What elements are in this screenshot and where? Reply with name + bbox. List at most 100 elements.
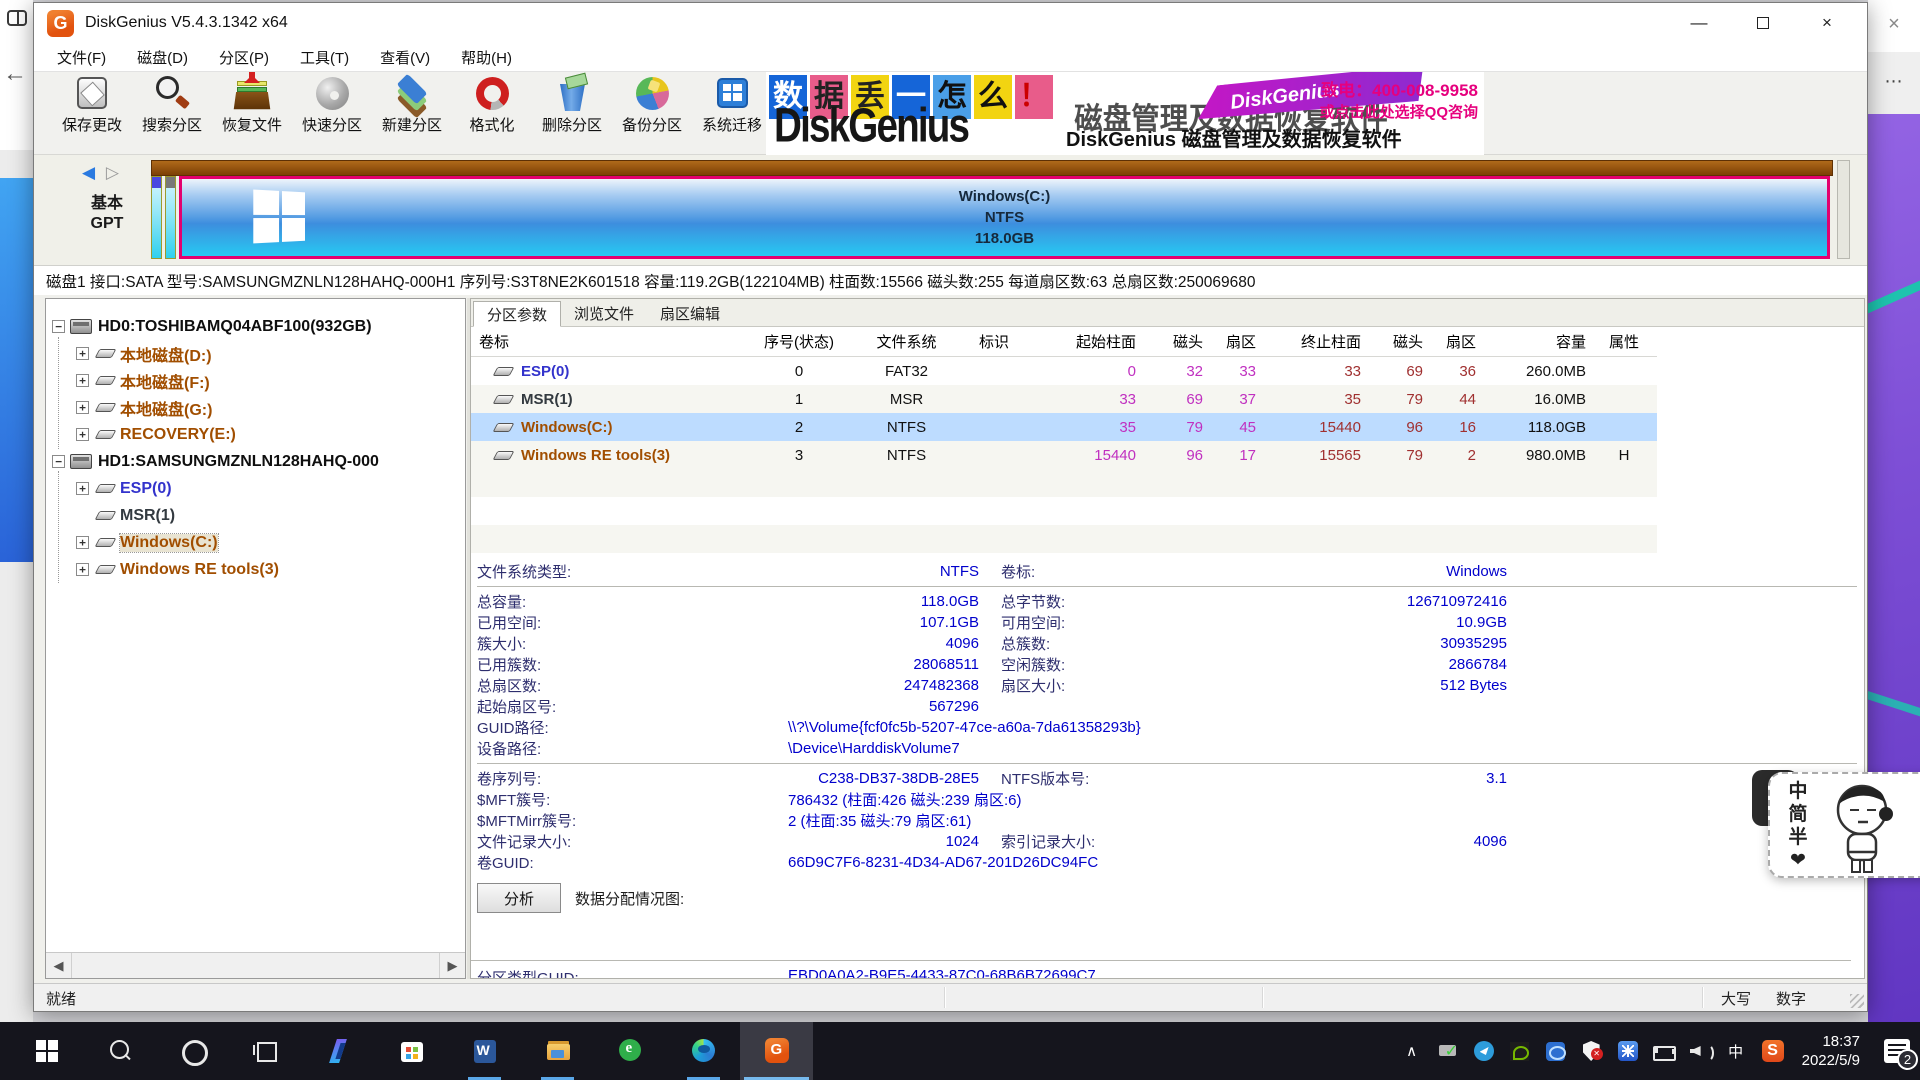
analyze-button[interactable]: 分析 [477, 883, 561, 913]
ime-status-popup[interactable]: 中简半❤ [1768, 772, 1920, 878]
taskbar-clock[interactable]: 18:37 2022/5/9 [1802, 1032, 1860, 1070]
minimize-button[interactable]: — [1667, 3, 1731, 43]
tray-defender-icon[interactable] [1580, 1038, 1604, 1064]
expand-icon[interactable]: + [76, 401, 89, 414]
maximize-button[interactable] [1731, 3, 1795, 43]
tab-扇区编辑[interactable]: 扇区编辑 [647, 300, 733, 326]
back-arrow-icon[interactable]: ← [3, 60, 27, 88]
delete-partition-button[interactable]: 删除分区 [532, 72, 612, 154]
sidebar-item--g-[interactable]: +本地磁盘(G:) [46, 394, 465, 421]
taskbar-word-button[interactable] [448, 1022, 521, 1080]
sidebar-item--d-[interactable]: +本地磁盘(D:) [46, 340, 465, 367]
table-header-row: 卷标序号(状态)文件系统标识起始柱面磁头扇区终止柱面磁头扇区容量属性 [471, 327, 1657, 357]
status-divider [944, 987, 946, 1008]
sidebar-item-hd1-samsungmznln128hahq-000[interactable]: −HD1:SAMSUNGMZNLN128HAHQ-000 [46, 448, 465, 475]
partition-detail-panel: 分区参数浏览文件扇区编辑 卷标序号(状态)文件系统标识起始柱面磁头扇区终止柱面磁… [470, 298, 1865, 979]
sidebar-item--f-[interactable]: +本地磁盘(F:) [46, 367, 465, 394]
new-partition-button[interactable]: 新建分区 [372, 72, 452, 154]
scroll-right-icon[interactable]: ▶ [439, 953, 465, 978]
taskbar-file-explorer-button[interactable] [521, 1022, 594, 1080]
tree-horizontal-scrollbar[interactable]: ◀ ▶ [46, 952, 465, 978]
taskbar-edge-button[interactable] [667, 1022, 740, 1080]
background-close-icon[interactable]: × [1868, 0, 1920, 52]
new-partition-icon [391, 75, 433, 113]
windows-partition-block[interactable]: Windows(C:) NTFS 118.0GB [179, 176, 1830, 259]
tray-volume-icon[interactable] [1688, 1038, 1712, 1064]
expand-icon[interactable]: + [76, 347, 89, 360]
tray-battery-icon[interactable] [1652, 1038, 1676, 1064]
taskbar-diskgenius-button[interactable] [740, 1022, 813, 1080]
expand-icon[interactable]: + [76, 428, 89, 441]
tray-chevron-icon[interactable]: ∧ [1400, 1038, 1424, 1064]
diskgenius-window: G DiskGenius V5.4.3.1342 x64 — × 文件(F) 磁盘… [33, 2, 1868, 1012]
taskbar-store-button[interactable] [375, 1022, 448, 1080]
nav-left-icon[interactable]: ◀ [82, 163, 95, 182]
sidebar-item-recovery-e-[interactable]: +RECOVERY(E:) [46, 421, 465, 448]
menu-item[interactable]: 文件(F) [57, 47, 106, 68]
tray-nvidia-icon[interactable] [1508, 1038, 1532, 1064]
esp-partition-block[interactable] [151, 176, 162, 259]
expand-icon[interactable]: + [76, 563, 89, 576]
system-migration-button[interactable]: 系统迁移 [692, 72, 772, 154]
partition-map-scrollbar[interactable] [1837, 160, 1850, 259]
expand-icon[interactable]: + [76, 482, 89, 495]
tray-ime-icon[interactable]: 中 [1724, 1038, 1748, 1064]
menu-item[interactable]: 帮助(H) [461, 47, 512, 68]
detail-row: 簇大小:4096总簇数:30935295 [477, 633, 1864, 654]
taskbar-task-view-button[interactable] [229, 1022, 302, 1080]
delete-partition-icon [551, 75, 593, 113]
taskbar-browser-360-button[interactable] [594, 1022, 667, 1080]
more-dots-icon[interactable]: ⋯ [1868, 52, 1920, 114]
notification-center-button[interactable]: 2 [1874, 1022, 1920, 1080]
menu-item[interactable]: 分区(P) [219, 47, 269, 68]
tray-bird-icon[interactable] [1472, 1038, 1496, 1064]
sidebar-item-msr-1-[interactable]: MSR(1) [46, 502, 465, 529]
disk-header-strip[interactable] [151, 160, 1833, 176]
backup-partition-button[interactable]: 备份分区 [612, 72, 692, 154]
detail-row: $MFTMirr簇号:2 (柱面:35 磁头:79 扇区:61) [477, 810, 1864, 831]
table-row[interactable]: ESP(0)0FAT3203233336936260.0MB [471, 357, 1657, 385]
quick-partition-button[interactable]: 快速分区 [292, 72, 372, 154]
taskbar-start-button[interactable] [10, 1022, 83, 1080]
menu-item[interactable]: 磁盘(D) [137, 47, 188, 68]
sidebar-item-hd0-toshibamq04abf100-932gb-[interactable]: −HD0:TOSHIBAMQ04ABF100(932GB) [46, 313, 465, 340]
tray-printer-icon[interactable] [1436, 1038, 1460, 1064]
collapse-icon[interactable]: − [52, 455, 65, 468]
tab-浏览文件[interactable]: 浏览文件 [561, 300, 647, 326]
nav-right-icon[interactable]: ▷ [106, 163, 119, 182]
banner-ad[interactable]: 数据丢一怎么！ 磁盘管理及数据恢复软件 DiskGenius DiskGeniu… [766, 72, 1484, 155]
table-cell: 3 [739, 447, 859, 464]
table-row[interactable]: Windows(C:)2NTFS357945154409616118.0GB [471, 413, 1657, 441]
msr-partition-block[interactable] [165, 176, 176, 259]
tray-sogou-icon[interactable]: S [1760, 1038, 1786, 1064]
save-button[interactable]: 保存更改 [52, 72, 132, 154]
table-cell: 96 [1369, 419, 1431, 436]
taskbar-search-button[interactable] [83, 1022, 156, 1080]
expand-icon[interactable]: + [76, 374, 89, 387]
maximize-icon [1757, 17, 1769, 29]
sidebar-item-esp-0-[interactable]: +ESP(0) [46, 475, 465, 502]
collapse-icon[interactable]: − [52, 320, 65, 333]
sidebar-item-windows-re-tools-3-[interactable]: +Windows RE tools(3) [46, 556, 465, 583]
expand-icon[interactable]: + [76, 536, 89, 549]
tray-intel-icon[interactable] [1544, 1038, 1568, 1064]
menu-item[interactable]: 查看(V) [380, 47, 430, 68]
format-button[interactable]: 格式化 [452, 72, 532, 154]
close-button[interactable]: × [1795, 3, 1859, 43]
scroll-left-icon[interactable]: ◀ [46, 953, 72, 978]
search-partition-button[interactable]: 搜索分区 [132, 72, 212, 154]
toolbar-button-label: 保存更改 [62, 114, 122, 135]
search-partition-icon [151, 75, 193, 113]
tab-分区参数[interactable]: 分区参数 [473, 301, 561, 327]
table-row[interactable]: MSR(1)1MSR33693735794416.0MB [471, 385, 1657, 413]
table-row[interactable]: Windows RE tools(3)3NTFS1544096171556579… [471, 441, 1657, 469]
taskbar-cortana-button[interactable] [156, 1022, 229, 1080]
sidebar-item-windows-c-[interactable]: +Windows(C:) [46, 529, 465, 556]
title-bar[interactable]: G DiskGenius V5.4.3.1342 x64 — × [34, 3, 1867, 43]
recover-files-button[interactable]: 恢复文件 [212, 72, 292, 154]
menu-item[interactable]: 工具(T) [300, 47, 349, 68]
resize-grip[interactable] [1850, 994, 1864, 1008]
banner-phone[interactable]: 致电：400-008-9958 或点击此处选择QQ咨询 [1320, 76, 1478, 122]
taskbar-app-lightning-button[interactable] [302, 1022, 375, 1080]
tray-snowflake-icon[interactable] [1616, 1038, 1640, 1064]
